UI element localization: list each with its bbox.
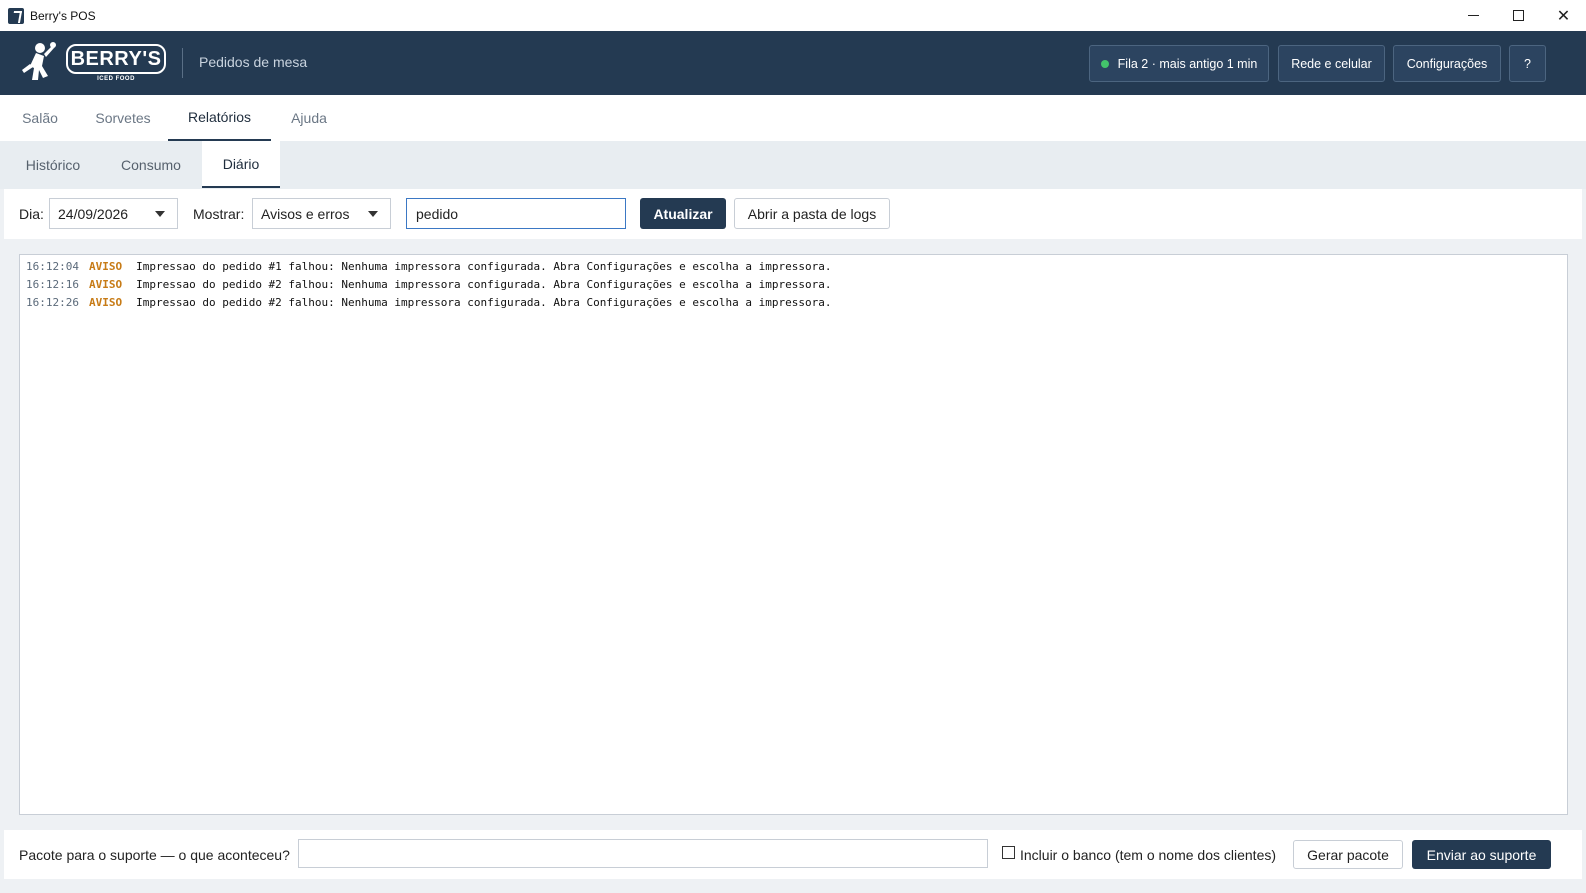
generate-package-button[interactable]: Gerar pacote [1293,840,1403,869]
window-title: Berry's POS [30,8,96,23]
chevron-down-icon [368,211,378,217]
log-entry: 16:12:16 AVISO Impressao do pedido #2 falh… [26,276,1561,294]
search-input[interactable] [406,198,626,229]
tab-consumo[interactable]: Consumo [108,141,194,188]
log-entry: 16:12:26 AVISO Impressao do pedido #2 falh… [26,294,1561,312]
tab-salao[interactable]: Salão [11,95,69,141]
support-label: Pacote para o suporte — o que aconteceu? [19,847,290,863]
day-value: 24/09/2026 [58,205,129,222]
log-time: 16:12:26 [26,296,79,309]
logo-tagline: ICED FOOD [97,76,135,82]
send-to-support-button[interactable]: Enviar ao suporte [1412,840,1551,869]
log-message: Impressao do pedido #2 falhou: Nenhuma i… [136,278,832,291]
filter-toolbar: Dia: 24/09/2026 Mostrar: Avisos e erros … [4,189,1582,239]
mascot-icon [22,42,56,80]
tab-diario[interactable]: Diário [202,141,280,188]
log-time: 16:12:16 [26,278,79,291]
maximize-button[interactable] [1496,0,1541,31]
close-window-button[interactable]: ✕ [1541,0,1586,31]
window-controls: ✕ [1451,0,1586,31]
log-viewer[interactable]: 16:12:04 AVISO Impressao do pedido #1 falh… [19,254,1568,815]
tab-sorvetes[interactable]: Sorvetes [84,95,162,141]
status-dot-icon [1100,59,1109,68]
support-description-input[interactable] [298,839,988,868]
show-label: Mostrar: [193,206,245,222]
day-select[interactable]: 24/09/2026 [49,198,178,229]
logo-wordmark: BERRY'S [66,44,166,74]
tab-relatorios[interactable]: Relatórios [168,95,271,141]
day-label: Dia: [19,206,44,222]
show-value: Avisos e erros [261,205,350,222]
maximize-icon [1513,10,1524,21]
header-subtitle: Pedidos de mesa [199,54,308,70]
refresh-button[interactable]: Atualizar [640,198,726,229]
close-icon: ✕ [1556,6,1571,25]
header-divider [182,48,183,78]
chevron-down-icon [155,211,165,217]
app-icon [8,7,24,24]
log-level: AVISO [88,260,123,273]
window-titlebar: Berry's POS ✕ [0,0,1586,31]
log-time: 16:12:04 [26,260,79,273]
log-level: AVISO [88,296,123,309]
log-message: Impressao do pedido #2 falhou: Nenhuma i… [136,296,832,309]
include-db-checkbox[interactable] [1002,846,1015,859]
queue-status-label: Fila 2 · mais antigo 1 min [1117,56,1258,71]
berrys-logo: BERRY'S ICED FOOD [16,40,168,86]
app-header: BERRY'S ICED FOOD Pedidos de mesa Fila 2… [0,31,1586,95]
minimize-icon [1468,15,1479,16]
queue-status-button[interactable]: Fila 2 · mais antigo 1 min [1089,45,1269,82]
main-tab-bar: Salão Sorvetes Relatórios Ajuda [0,95,1586,141]
include-db-label[interactable]: Incluir o banco (tem o nome dos clientes… [1020,847,1276,863]
network-button[interactable]: Rede e celular [1278,45,1385,82]
tab-historico[interactable]: Histórico [14,141,92,188]
settings-button[interactable]: Configurações [1393,45,1501,82]
show-select[interactable]: Avisos e erros [252,198,391,229]
support-footer: Pacote para o suporte — o que aconteceu?… [4,830,1582,879]
open-logs-folder-button[interactable]: Abrir a pasta de logs [734,198,890,229]
sub-tab-bar: Histórico Consumo Diário [0,141,1586,189]
log-level: AVISO [88,278,123,291]
log-message: Impressao do pedido #1 falhou: Nenhuma i… [136,260,832,273]
tab-ajuda[interactable]: Ajuda [281,95,337,141]
help-button[interactable]: ? [1509,45,1546,82]
minimize-button[interactable] [1451,0,1496,31]
log-entry: 16:12:04 AVISO Impressao do pedido #1 falh… [26,258,1561,276]
